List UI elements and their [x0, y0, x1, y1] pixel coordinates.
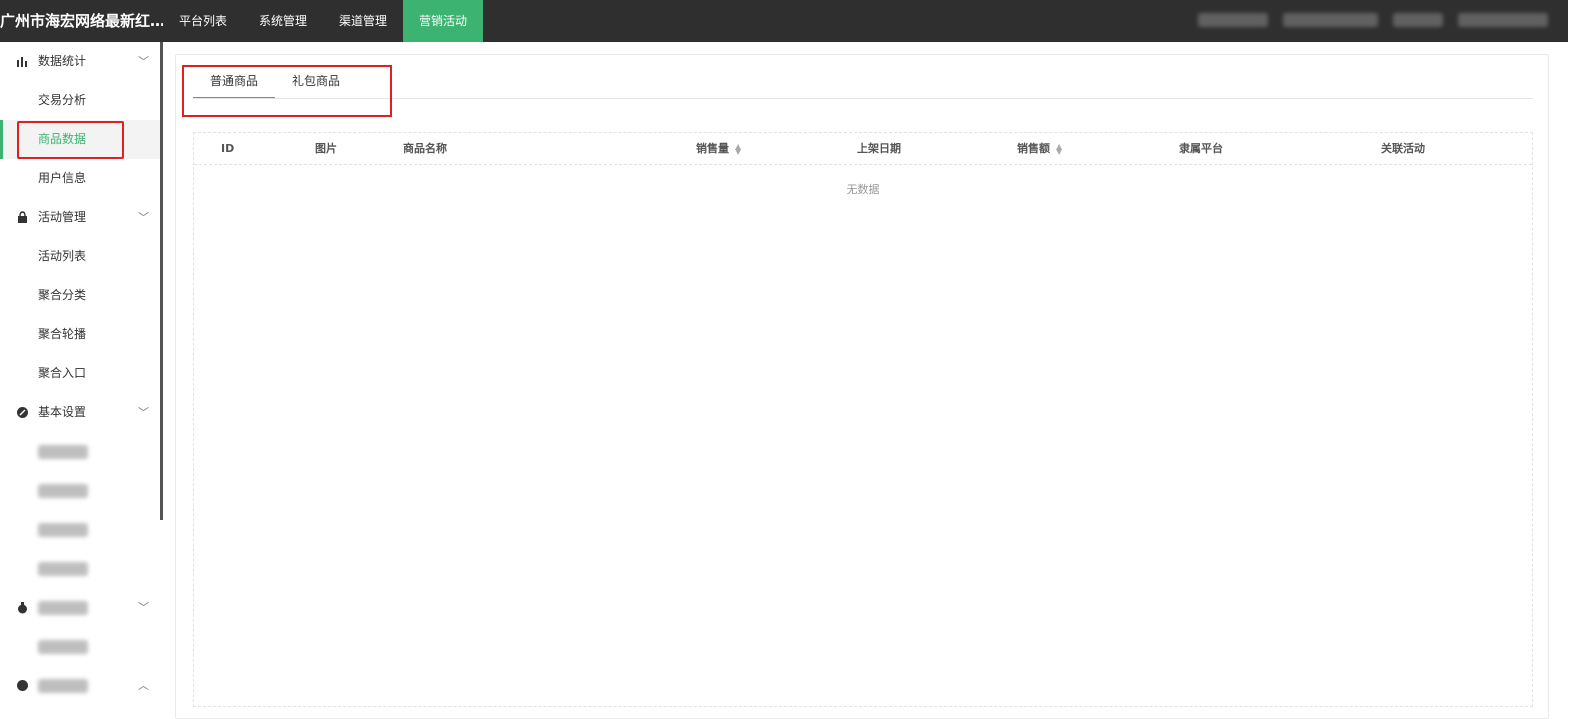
sidebar-group-blurred[interactable]: ︿	[0, 666, 160, 705]
sidebar-item-user-info[interactable]: 用户信息	[0, 159, 160, 198]
column-header-platform: 隶属平台	[1179, 142, 1223, 155]
sidebar-item-blurred[interactable]	[0, 510, 160, 549]
sidebar: 数据统计 ﹀ 交易分析 商品数据 用户信息 活动管理 ﹀ 活动列表 聚合分类 聚…	[0, 42, 160, 719]
tab-divider	[193, 98, 1533, 99]
sidebar-group-label: 基本设置	[38, 405, 87, 419]
product-table: ID 图片 商品名称 销售量 ▲ ▼ 上架日期 销售额 ▲ ▼ 隶属平台 关联活动 无数…	[193, 132, 1533, 707]
sidebar-item-blurred[interactable]	[0, 471, 160, 510]
tab-regular-products[interactable]: 普通商品	[193, 64, 276, 99]
sidebar-group-label: 活动管理	[38, 210, 87, 224]
chevron-down-icon: ﹀	[138, 55, 149, 68]
gift-bag-icon	[16, 211, 29, 224]
chevron-down-icon: ﹀	[138, 601, 149, 614]
tab-gift-products[interactable]: 礼包商品	[275, 64, 357, 99]
sidebar-item-aggregate-entry[interactable]: 聚合入口	[0, 354, 160, 393]
brand-title: 广州市海宏网络最新红…	[0, 12, 163, 30]
column-header-id: ID	[221, 142, 235, 155]
nav-marketing-activity[interactable]: 营销活动	[403, 0, 484, 42]
column-header-related-activity: 关联活动	[1381, 142, 1425, 155]
nav-channel-management[interactable]: 渠道管理	[323, 0, 403, 42]
column-header-label: 销售量	[696, 142, 729, 155]
settings-icon	[16, 406, 29, 419]
sidebar-group-label: 数据统计	[38, 54, 87, 68]
column-header-listing-date: 上架日期	[857, 142, 901, 155]
column-header-sales-volume[interactable]: 销售量 ▲ ▼	[696, 133, 741, 165]
sort-icon[interactable]: ▲ ▼	[1056, 143, 1062, 156]
sidebar-group-blurred[interactable]: ﹀	[0, 588, 160, 627]
sidebar-group-activity-management[interactable]: 活动管理 ﹀	[0, 198, 160, 237]
sidebar-item-blurred[interactable]	[0, 432, 160, 471]
sidebar-item-aggregate-category[interactable]: 聚合分类	[0, 276, 160, 315]
chevron-up-icon: ︿	[138, 679, 149, 692]
empty-state-text: 无数据	[846, 183, 880, 196]
column-header-label: 销售额	[1017, 142, 1050, 155]
sidebar-item-transaction-analysis[interactable]: 交易分析	[0, 81, 160, 120]
product-tabs: 普通商品 礼包商品	[193, 64, 357, 99]
column-header-image: 图片	[315, 142, 337, 155]
sidebar-scrollbar[interactable]	[160, 42, 163, 520]
table-header: ID 图片 商品名称 销售量 ▲ ▼ 上架日期 销售额 ▲ ▼ 隶属平台 关联活动	[194, 133, 1532, 165]
sidebar-item-product-data[interactable]: 商品数据	[0, 120, 160, 159]
chevron-down-icon: ﹀	[138, 406, 149, 419]
money-bag-icon	[16, 601, 29, 614]
sidebar-item-activity-list[interactable]: 活动列表	[0, 237, 160, 276]
user-info-blurred[interactable]	[1198, 11, 1548, 31]
column-header-product-name: 商品名称	[403, 142, 447, 155]
column-header-sales-amount[interactable]: 销售额 ▲ ▼	[1017, 133, 1062, 165]
sidebar-group-data-statistics[interactable]: 数据统计 ﹀	[0, 42, 160, 81]
chevron-down-icon: ﹀	[138, 211, 149, 224]
bar-chart-icon	[16, 55, 29, 68]
sort-icon[interactable]: ▲ ▼	[735, 143, 741, 156]
sidebar-group-basic-settings[interactable]: 基本设置 ﹀	[0, 393, 160, 432]
sidebar-item-aggregate-carousel[interactable]: 聚合轮播	[0, 315, 160, 354]
sidebar-item-blurred[interactable]	[0, 549, 160, 588]
top-bar: 广州市海宏网络最新红… 平台列表 系统管理 渠道管理 营销活动	[0, 0, 1568, 42]
top-nav: 平台列表 系统管理 渠道管理 营销活动	[163, 0, 484, 42]
circle-icon	[16, 679, 29, 692]
sidebar-item-blurred[interactable]	[0, 627, 160, 666]
nav-system-management[interactable]: 系统管理	[243, 0, 323, 42]
nav-platform-list[interactable]: 平台列表	[163, 0, 243, 42]
